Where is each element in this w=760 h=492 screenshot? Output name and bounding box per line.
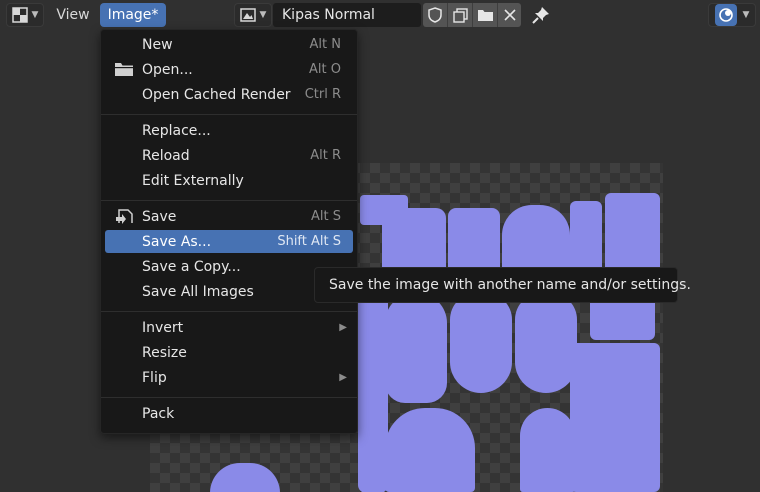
image-menu-dropdown: New Alt N Open... Alt O Open Cached Rend…: [100, 29, 358, 434]
fake-user-button[interactable]: [423, 3, 447, 27]
menu-item-label: Flip: [142, 369, 167, 386]
menu-item-label: Save a Copy...: [142, 258, 241, 275]
menu-item-shortcut: Ctrl R: [304, 87, 341, 102]
gizmo-icon: [714, 4, 737, 26]
menu-item-shortcut: Alt O: [309, 62, 341, 77]
menu-item-label: New: [142, 36, 173, 53]
menu-item-new[interactable]: New Alt N: [105, 33, 353, 56]
menu-item-replace[interactable]: Replace...: [105, 119, 353, 142]
shield-icon: [428, 7, 442, 23]
menu-separator: [101, 397, 357, 398]
menu-item-save-as[interactable]: Save As... Shift Alt S: [105, 230, 353, 253]
editor-type-selector[interactable]: ▼: [6, 3, 44, 27]
pin-icon: [532, 7, 549, 24]
menu-item-shortcut: Alt N: [309, 37, 341, 52]
menu-item-save[interactable]: Save Alt S: [105, 205, 353, 228]
image-editor-icon: [11, 7, 28, 23]
menu-separator: [101, 311, 357, 312]
menu-item-flip[interactable]: Flip ▶: [105, 366, 353, 389]
pin-button[interactable]: [528, 3, 554, 27]
menu-item-label: Invert: [142, 319, 184, 336]
image-menu[interactable]: Image*: [100, 3, 166, 27]
unlink-image-button[interactable]: [497, 3, 521, 27]
menu-item-resize[interactable]: Resize: [105, 341, 353, 364]
menu-item-label: Save As...: [142, 233, 212, 250]
folder-icon: [477, 10, 493, 21]
menu-item-label: Open Cached Render: [142, 86, 291, 103]
menu-item-shortcut: Alt S: [311, 209, 341, 224]
menu-separator: [101, 200, 357, 201]
menu-item-label: Replace...: [142, 122, 211, 139]
menu-item-shortcut: Alt R: [310, 148, 341, 163]
save-as-tooltip: Save the image with another name and/or …: [314, 267, 691, 303]
chevron-down-icon: ▼: [31, 10, 39, 20]
menu-separator: [101, 114, 357, 115]
menu-item-label: Pack: [142, 405, 175, 422]
menu-item-label: Reload: [142, 147, 190, 164]
menu-item-reload[interactable]: Reload Alt R: [105, 144, 353, 167]
duplicate-icon: [452, 7, 468, 23]
menu-item-shortcut: Shift Alt S: [277, 234, 341, 249]
open-image-button[interactable]: [472, 3, 497, 27]
submenu-arrow-icon: ▶: [339, 372, 347, 383]
image-editor-header: ▼ View Image* ▼ Kipas Normal ▼: [0, 0, 760, 30]
submenu-arrow-icon: ▶: [339, 322, 347, 333]
tooltip-text: Save the image with another name and/or …: [329, 277, 691, 293]
chevron-down-icon: ▼: [742, 10, 750, 20]
menu-item-open[interactable]: Open... Alt O: [105, 58, 353, 81]
save-file-icon: [116, 209, 133, 224]
gizmo-toggle[interactable]: ▼: [708, 3, 756, 27]
browse-image-button[interactable]: ▼: [234, 3, 272, 27]
folder-open-icon: [115, 63, 133, 76]
image-name-field[interactable]: Kipas Normal: [273, 3, 421, 27]
image-browse-icon: [239, 8, 256, 22]
menu-item-label: Open...: [142, 61, 193, 78]
menu-item-label: Save: [142, 208, 177, 225]
view-menu[interactable]: View: [50, 3, 96, 27]
menu-item-label: Resize: [142, 344, 187, 361]
close-icon: [503, 9, 516, 21]
menu-item-edit-externally[interactable]: Edit Externally: [105, 169, 353, 192]
menu-item-label: Edit Externally: [142, 172, 244, 189]
chevron-down-icon: ▼: [259, 10, 267, 20]
menu-item-pack[interactable]: Pack: [105, 402, 353, 425]
new-image-button[interactable]: [447, 3, 472, 27]
menu-item-invert[interactable]: Invert ▶: [105, 316, 353, 339]
menu-item-label: Save All Images: [142, 283, 254, 300]
menu-item-open-cached-render[interactable]: Open Cached Render Ctrl R: [105, 83, 353, 106]
